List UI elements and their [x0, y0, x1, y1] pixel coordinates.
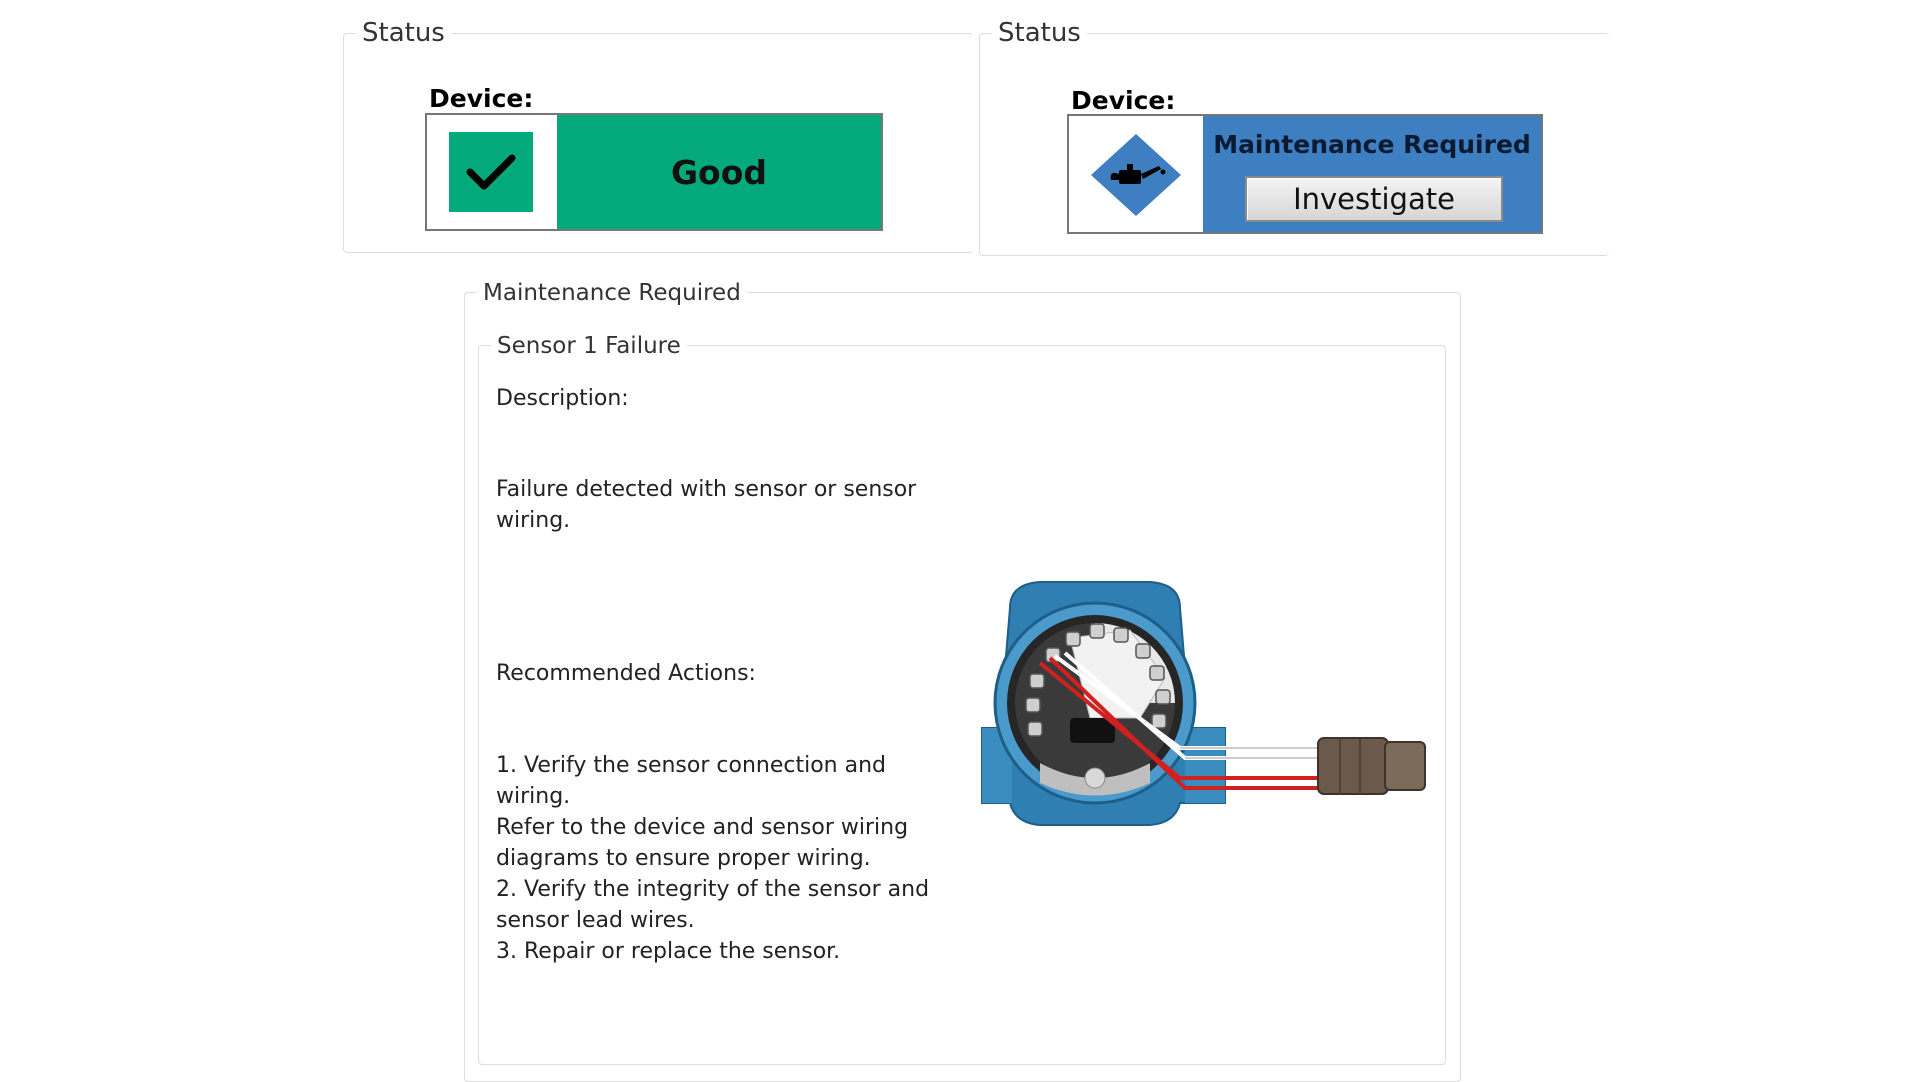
checkmark-icon [449, 132, 533, 212]
recommended-actions-text: 1. Verify the sensor connection and wiri… [496, 753, 930, 964]
status-good-text: Good [557, 115, 881, 229]
description-text: Failure detected with sensor or sensor w… [496, 477, 917, 533]
status-maintenance-panel: Maintenance Required Investigate [1203, 116, 1541, 232]
oil-can-icon [1091, 134, 1181, 216]
device-label: Device: [1071, 86, 1176, 115]
description-heading: Description: [496, 386, 629, 411]
device-status-maintenance-tile: Maintenance Required Investigate [1067, 114, 1543, 234]
status-group-title: Status [992, 17, 1087, 49]
status-group-title: Status [356, 17, 451, 49]
status-maintenance-text: Maintenance Required [1213, 130, 1531, 159]
transmitter-wiring-illustration [981, 581, 1426, 826]
device-status-good-tile: Good [425, 113, 883, 231]
device-label: Device: [429, 84, 534, 113]
recommended-actions-heading: Recommended Actions: [496, 661, 756, 686]
sensor-failure-title: Sensor 1 Failure [491, 330, 687, 362]
maintenance-group-title: Maintenance Required [477, 277, 747, 309]
investigate-button[interactable]: Investigate [1245, 176, 1503, 222]
